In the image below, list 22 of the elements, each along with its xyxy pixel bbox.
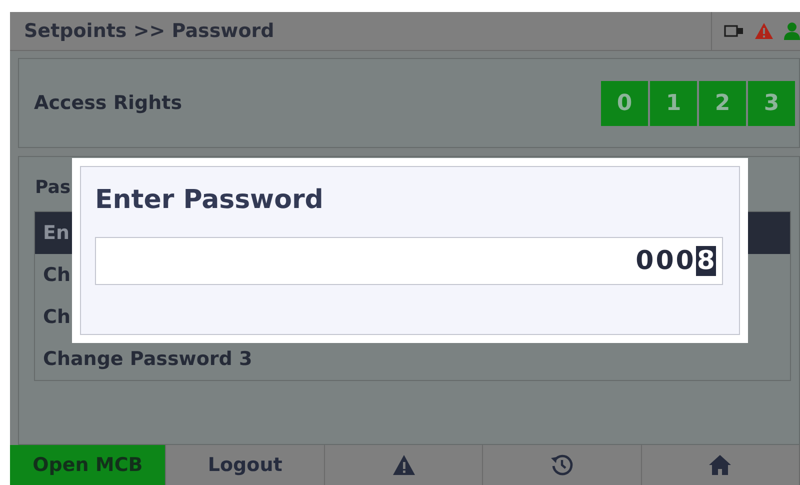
history-button[interactable]: [483, 445, 642, 485]
access-level-indicator: 1: [650, 80, 697, 126]
history-icon: [550, 453, 574, 477]
access-rights-label: Access Rights: [33, 92, 182, 114]
password-field[interactable]: 000 8: [95, 237, 723, 285]
screen-title: Setpoints >> Password: [23, 20, 274, 42]
access-level-indicator: 3: [748, 80, 795, 126]
cursor-digit: 8: [696, 246, 716, 276]
warning-icon: [392, 454, 416, 476]
warning-icon: [754, 22, 774, 40]
panel-title: Pas: [35, 177, 71, 200]
home-button[interactable]: [642, 445, 800, 485]
password-value: 000: [636, 246, 696, 276]
battery-icon: [724, 24, 744, 38]
access-level-indicator: 2: [699, 80, 746, 126]
footer-button[interactable]: Logout: [166, 445, 325, 485]
home-icon: [708, 454, 732, 476]
access-level-indicator: 0: [601, 80, 648, 126]
footer-button[interactable]: Open MCB: [10, 445, 166, 485]
dialog-title: Enter Password: [94, 184, 324, 217]
user-icon: [784, 22, 800, 40]
alarm-button[interactable]: [324, 445, 484, 485]
